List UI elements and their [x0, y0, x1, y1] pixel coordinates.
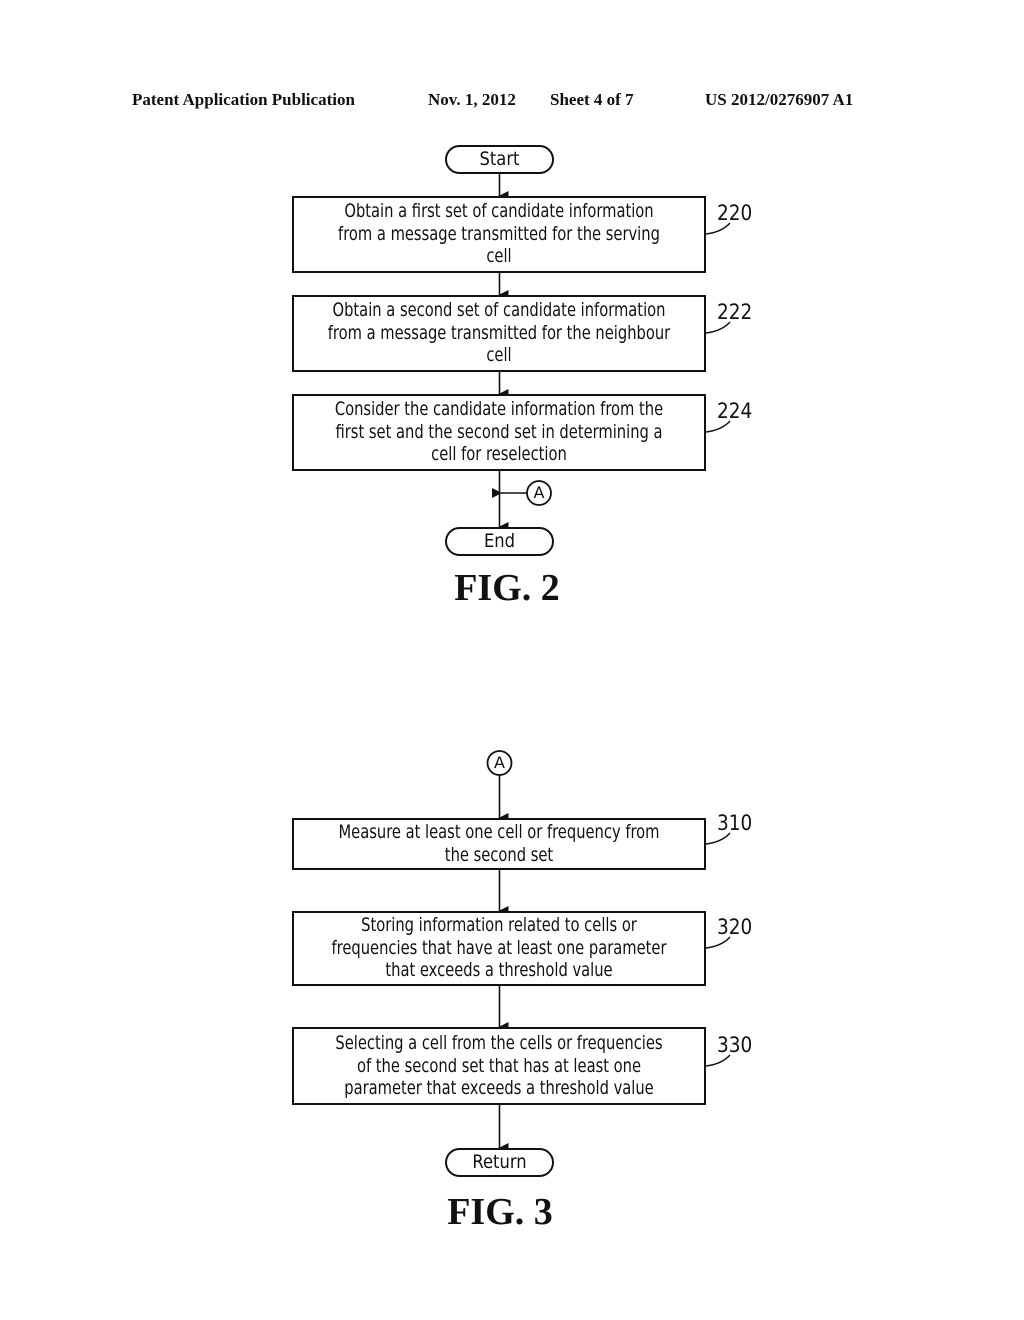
- text-line: from a message transmitted for the neigh…: [327, 321, 671, 344]
- text-line: the second set: [444, 843, 554, 866]
- text-line: parameter that exceeds a threshold value: [344, 1077, 654, 1099]
- fig2-connector-a-label: A: [533, 483, 545, 502]
- fig3-step-310-text: Measure at least one cell or frequency f…: [322, 821, 676, 866]
- fig2-step-224-text: Consider the candidate information from …: [322, 398, 676, 466]
- fig2-caption: FIG. 2: [454, 567, 560, 609]
- fig2-step-220-text: Obtain a first set of candidate informat…: [322, 200, 676, 268]
- text-line: cell: [486, 245, 512, 267]
- fig3-caption: FIG. 3: [447, 1191, 553, 1233]
- text-line: Measure at least one cell or frequency f…: [338, 821, 660, 843]
- flowchart-canvas: [292, 145, 731, 1177]
- fig3-return-label: Return: [472, 1151, 527, 1173]
- text-line: cell: [486, 344, 512, 366]
- text-line: first set and the second set in determin…: [335, 420, 663, 443]
- text-line: that exceeds a threshold value: [385, 959, 613, 981]
- text-line: of the second set that has at least one: [356, 1054, 642, 1077]
- ref-320: 320: [717, 915, 753, 939]
- fig2-step-222-text: Obtain a second set of candidate informa…: [322, 299, 676, 367]
- text-line: Obtain a first set of candidate informat…: [344, 200, 654, 222]
- fig2-start-label: Start: [479, 148, 520, 170]
- text-line: from a message transmitted for the servi…: [338, 222, 660, 245]
- text-line: Consider the candidate information from …: [334, 398, 664, 420]
- ref-224: 224: [717, 399, 753, 423]
- text-line: Storing information related to cells or: [361, 914, 637, 936]
- text-line: Selecting a cell from the cells or frequ…: [335, 1032, 663, 1054]
- fig3-step-330-text: Selecting a cell from the cells or frequ…: [322, 1032, 676, 1100]
- text-line: frequencies that have at least one param…: [331, 936, 667, 959]
- fig2-end-label: End: [483, 530, 516, 552]
- fig3-connector-a-label: A: [494, 753, 505, 772]
- ref-222: 222: [717, 300, 753, 324]
- fig3-step-320-text: Storing information related to cells or …: [322, 914, 676, 982]
- text-line: Obtain a second set of candidate informa…: [332, 299, 666, 321]
- ref-310: 310: [717, 811, 753, 835]
- ref-330: 330: [717, 1033, 753, 1057]
- text-line: cell for reselection: [431, 443, 567, 465]
- ref-220: 220: [717, 201, 753, 225]
